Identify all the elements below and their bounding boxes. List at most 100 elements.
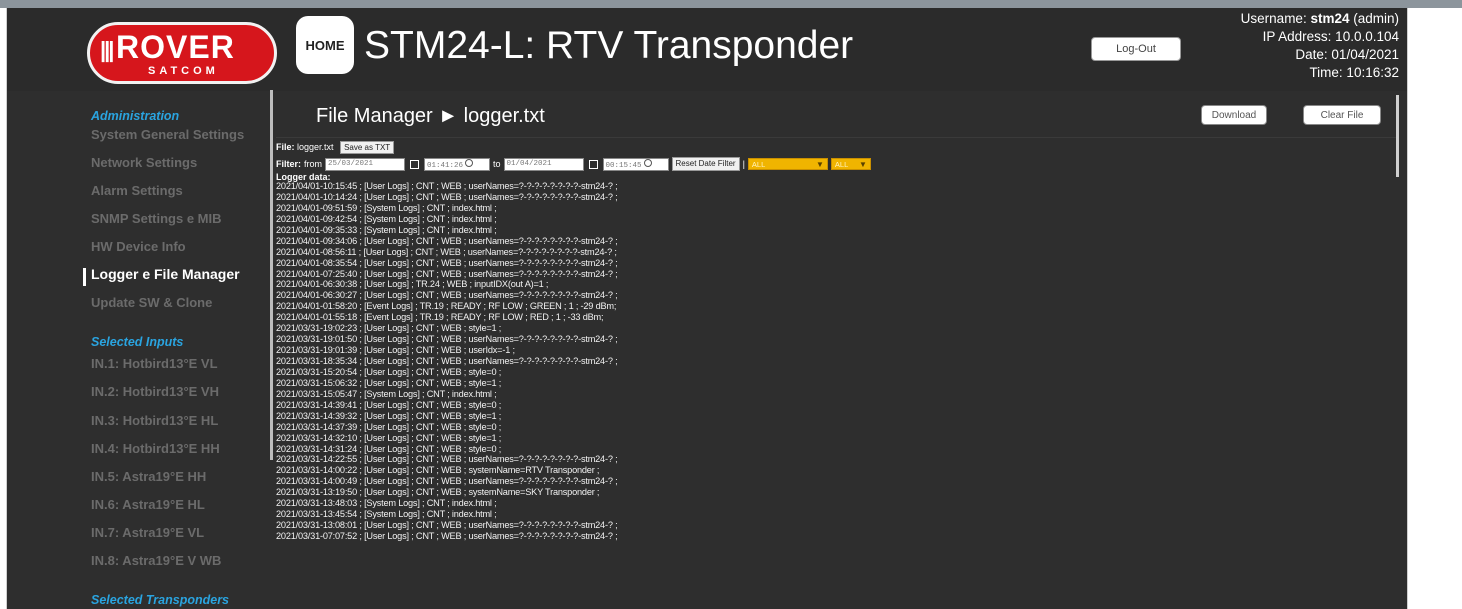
log-line: 2021/04/01-06:30:38 ; [User Logs] ; TR.2…: [276, 279, 549, 290]
save-as-txt-button[interactable]: Save as TXT: [340, 141, 395, 154]
log-line: 2021/03/31-14:32:10 ; [User Logs] ; CNT …: [276, 432, 502, 443]
log-line: 2021/03/31-14:00:49 ; [User Logs] ; CNT …: [276, 476, 618, 487]
app-frame: ||| ROVER SATCOM HOME STM24-L: RTV Trans…: [6, 8, 1408, 609]
log-line: 2021/03/31-13:45:54 ; [System Logs] ; CN…: [276, 509, 497, 520]
username-prefix: Username:: [1240, 11, 1311, 26]
log-line: 2021/03/31-14:39:32 ; [User Logs] ; CNT …: [276, 410, 502, 421]
transponder-select[interactable]: ALL ▼: [830, 158, 871, 170]
user-info: Username: stm24 (admin) IP Address: 10.0…: [1241, 10, 1399, 82]
log-line: 2021/03/31-18:35:34 ; [User Logs] ; CNT …: [276, 356, 618, 366]
sidebar-item-system-general-settings[interactable]: System General Settings: [91, 127, 244, 142]
file-name: logger.txt: [297, 141, 334, 152]
main-content: File Manager ► logger.txt Download Clear…: [276, 91, 1401, 609]
filter-label: Filter:: [276, 159, 302, 169]
log-line: 2021/03/31-14:39:41 ; [User Logs] ; CNT …: [276, 399, 502, 410]
log-list: 2021/04/01-10:15:45 ; [User Logs] ; CNT …: [276, 181, 1376, 542]
log-line: 2021/03/31-19:02:23 ; [User Logs] ; CNT …: [276, 323, 502, 334]
from-time-input[interactable]: 01:41:26: [424, 157, 491, 171]
log-line: 2021/04/01-01:58:20 ; [Event Logs] ; TR.…: [276, 301, 617, 312]
sidebar-item-input-1[interactable]: IN.1: Hotbird13°E VL: [91, 356, 218, 371]
log-line: 2021/03/31-07:07:52 ; [User Logs] ; CNT …: [276, 531, 618, 541]
to-date-input[interactable]: 01/04/2021: [503, 157, 584, 171]
rover-satcom-logo[interactable]: ||| ROVER SATCOM: [87, 22, 277, 84]
sidebar-item-update-sw-clone[interactable]: Update SW & Clone: [91, 295, 212, 310]
header: ||| ROVER SATCOM HOME STM24-L: RTV Trans…: [7, 8, 1407, 91]
log-line: 2021/03/31-15:06:32 ; [User Logs] ; CNT …: [276, 377, 502, 388]
sidebar-divider: [270, 90, 273, 460]
sidebar-item-input-2[interactable]: IN.2: Hotbird13°E VH: [91, 384, 219, 399]
from-label: from: [304, 159, 323, 169]
calendar-icon[interactable]: [588, 159, 598, 169]
scrollbar-thumb[interactable]: [1396, 95, 1399, 177]
from-date-input[interactable]: 25/03/2021: [325, 157, 406, 171]
sidebar-item-input-3[interactable]: IN.3: Hotbird13°E HL: [91, 413, 218, 428]
to-label: to: [493, 159, 501, 169]
chevron-down-icon: ▼: [815, 160, 824, 169]
log-line: 2021/04/01-10:15:45 ; [User Logs] ; CNT …: [276, 181, 618, 191]
log-line: 2021/03/31-19:01:39 ; [User Logs] ; CNT …: [276, 345, 515, 356]
reset-date-filter-button[interactable]: Reset Date Filter: [671, 157, 740, 171]
time-display: Time: 10:16:32: [1309, 65, 1399, 80]
sidebar-item-hw-device-info[interactable]: HW Device Info: [91, 239, 186, 254]
ip-address: IP Address: 10.0.0.104: [1262, 29, 1399, 44]
chevron-down-icon: ▼: [858, 160, 867, 169]
log-line: 2021/04/01-07:25:40 ; [User Logs] ; CNT …: [276, 268, 618, 279]
clock-icon: [643, 158, 652, 167]
log-line: 2021/04/01-08:35:54 ; [User Logs] ; CNT …: [276, 257, 618, 268]
top-strip: [0, 0, 1462, 8]
logo-text: ROVER: [116, 29, 235, 65]
log-line: 2021/04/01-08:56:11 ; [User Logs] ; CNT …: [276, 246, 617, 257]
calendar-icon[interactable]: [410, 159, 420, 169]
log-line: 2021/03/31-15:05:47 ; [System Logs] ; CN…: [276, 388, 497, 399]
clock-icon: [465, 158, 474, 167]
log-line: 2021/03/31-15:20:54 ; [User Logs] ; CNT …: [276, 366, 502, 377]
sidebar-heading-administration: Administration: [91, 109, 180, 123]
sidebar-heading-selected-transponders: Selected Transponders: [91, 593, 230, 607]
log-line: 2021/04/01-09:42:54 ; [System Logs] ; CN…: [276, 213, 497, 224]
sidebar-item-logger-file-manager[interactable]: Logger e File Manager: [91, 266, 240, 282]
log-line: 2021/03/31-13:08:01 ; [User Logs] ; CNT …: [276, 520, 618, 531]
log-line: 2021/03/31-14:22:55 ; [User Logs] ; CNT …: [276, 454, 618, 465]
clear-file-button[interactable]: Clear File: [1303, 105, 1381, 125]
log-line: 2021/04/01-06:30:27 ; [User Logs] ; CNT …: [276, 290, 618, 301]
sidebar-item-input-6[interactable]: IN.6: Astra19°E HL: [91, 497, 205, 512]
logo-bars-icon: |||: [100, 37, 115, 62]
log-line: 2021/04/01-09:34:06 ; [User Logs] ; CNT …: [276, 235, 618, 246]
logout-button[interactable]: Log-Out: [1091, 37, 1181, 61]
log-line: 2021/03/31-14:37:39 ; [User Logs] ; CNT …: [276, 421, 502, 432]
log-line: 2021/03/31-14:00:22 ; [User Logs] ; CNT …: [276, 465, 600, 476]
log-line: 2021/04/01-10:14:24 ; [User Logs] ; CNT …: [276, 191, 618, 202]
username-value: stm24: [1310, 11, 1350, 26]
to-time-input[interactable]: 00:15:45: [602, 157, 669, 171]
title-divider: [276, 137, 1396, 138]
file-label: File:: [276, 141, 295, 152]
date-display: Date: 01/04/2021: [1295, 47, 1399, 62]
sidebar: Administration System General Settings N…: [7, 91, 265, 609]
log-line: 2021/04/01-09:35:33 ; [System Logs] ; CN…: [276, 224, 497, 235]
active-indicator: [83, 268, 86, 286]
download-button[interactable]: Download: [1201, 105, 1267, 125]
sidebar-item-snmp-settings[interactable]: SNMP Settings e MIB: [91, 211, 222, 226]
sidebar-item-network-settings[interactable]: Network Settings: [91, 155, 197, 170]
logo-subtext: SATCOM: [148, 65, 219, 77]
log-type-select[interactable]: ALL ▼: [747, 158, 828, 170]
log-line: 2021/03/31-13:19:50 ; [User Logs] ; CNT …: [276, 487, 600, 498]
home-button[interactable]: HOME: [296, 16, 354, 74]
sidebar-item-alarm-settings[interactable]: Alarm Settings: [91, 183, 183, 198]
sidebar-item-input-7[interactable]: IN.7: Astra19°E VL: [91, 525, 204, 540]
filter-bar: Filter: from 25/03/2021 01:41:26 to 01/0…: [276, 157, 871, 171]
log-line: 2021/03/31-14:31:24 ; [User Logs] ; CNT …: [276, 443, 502, 454]
username-line: Username: stm24 (admin): [1241, 10, 1399, 28]
separator: |: [742, 159, 745, 169]
to-time-value: 00:15:45: [605, 161, 642, 170]
log-line: 2021/04/01-01:55:18 ; [Event Logs] ; TR.…: [276, 312, 604, 323]
log-line: 2021/03/31-13:48:03 ; [System Logs] ; CN…: [276, 498, 497, 509]
log-line: 2021/03/31-19:01:50 ; [User Logs] ; CNT …: [276, 334, 618, 345]
from-time-value: 01:41:26: [427, 161, 464, 170]
file-line: File: logger.txt Save as TXT: [276, 141, 395, 154]
user-role: (admin): [1349, 11, 1399, 26]
app-title: STM24-L: RTV Transponder: [364, 24, 854, 67]
sidebar-item-input-5[interactable]: IN.5: Astra19°E HH: [91, 469, 206, 484]
sidebar-item-input-4[interactable]: IN.4: Hotbird13°E HH: [91, 441, 220, 456]
sidebar-item-input-8[interactable]: IN.8: Astra19°E V WB: [91, 553, 221, 568]
